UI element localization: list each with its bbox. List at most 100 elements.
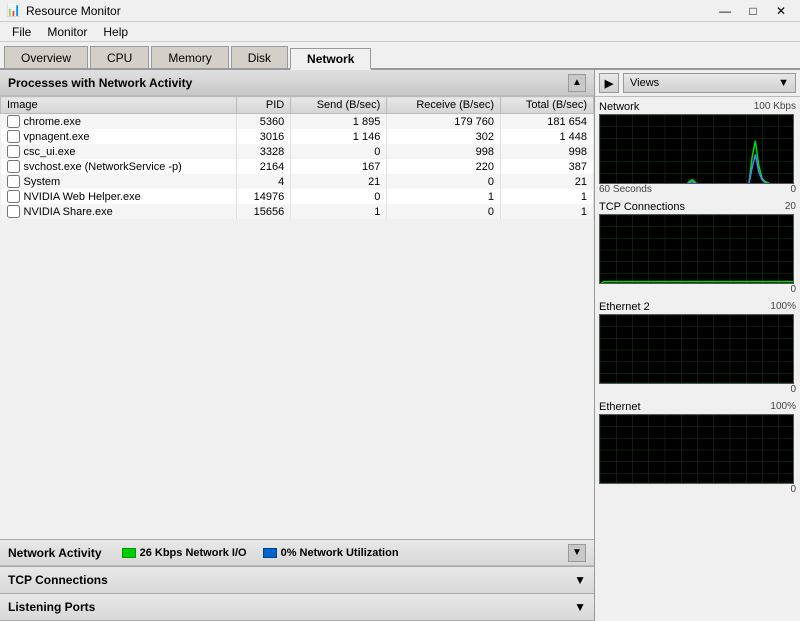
chart-widget-network: Network 100 Kbps 60 Seconds 0 (599, 101, 796, 195)
title-bar: 📊 Resource Monitor — □ ✕ (0, 0, 800, 22)
col-image: Image (1, 97, 237, 114)
process-checkbox[interactable] (7, 205, 20, 218)
window-title: Resource Monitor (26, 4, 712, 18)
process-pid: 3328 (236, 144, 291, 159)
process-name: vpnagent.exe (1, 129, 237, 144)
close-button[interactable]: ✕ (768, 2, 794, 20)
process-checkbox[interactable] (7, 115, 20, 128)
process-receive: 1 (387, 189, 501, 204)
processes-header[interactable]: Processes with Network Activity ▲ (0, 70, 594, 96)
right-panel: ▶ Views ▼ Network 100 Kbps 60 Seconds 0 … (595, 70, 800, 621)
menu-help[interactable]: Help (95, 23, 136, 41)
process-checkbox[interactable] (7, 190, 20, 203)
table-row: NVIDIA Share.exe 15656 1 0 1 (1, 204, 594, 219)
legend-util-label: 0% Network Utilization (281, 547, 399, 559)
tab-cpu[interactable]: CPU (90, 46, 149, 68)
chart-label-tcp: TCP Connections (599, 201, 685, 213)
chart-canvas-network (599, 114, 794, 184)
process-receive: 0 (387, 174, 501, 189)
chart-label-ethernet2: Ethernet 2 (599, 301, 650, 313)
tab-disk[interactable]: Disk (231, 46, 288, 68)
process-name: NVIDIA Share.exe (1, 204, 237, 219)
charts-container: Network 100 Kbps 60 Seconds 0 TCP Connec… (595, 97, 800, 621)
process-receive: 220 (387, 159, 501, 174)
main-layout: Processes with Network Activity ▲ Image … (0, 70, 800, 621)
process-image: NVIDIA Share.exe (24, 206, 113, 218)
legend-io-label: 26 Kbps Network I/O (140, 547, 247, 559)
process-pid: 15656 (236, 204, 291, 219)
chart-max-ethernet: 100% (770, 401, 796, 413)
chart-widget-tcp: TCP Connections 20 0 (599, 201, 796, 295)
process-receive: 302 (387, 129, 501, 144)
process-image: svchost.exe (NetworkService -p) (24, 161, 182, 173)
listening-collapse-btn[interactable]: ▼ (574, 600, 586, 614)
process-checkbox[interactable] (7, 145, 20, 158)
process-total: 1 (500, 204, 593, 219)
process-pid: 4 (236, 174, 291, 189)
chart-min-val-ethernet2: 0 (790, 384, 796, 395)
process-total: 181 654 (500, 114, 593, 130)
chart-footer-ethernet2: 0 (599, 384, 796, 395)
table-row: svchost.exe (NetworkService -p) 2164 167… (1, 159, 594, 174)
legend-io: 26 Kbps Network I/O (122, 547, 247, 559)
minimize-button[interactable]: — (712, 2, 738, 20)
process-pid: 2164 (236, 159, 291, 174)
chart-canvas-ethernet2 (599, 314, 794, 384)
tab-bar: Overview CPU Memory Disk Network (0, 42, 800, 70)
col-receive: Receive (B/sec) (387, 97, 501, 114)
tab-overview[interactable]: Overview (4, 46, 88, 68)
chart-footer-network: 60 Seconds 0 (599, 184, 796, 195)
network-activity-collapse-btn[interactable]: ▼ (568, 544, 586, 562)
process-total: 1 448 (500, 129, 593, 144)
chart-footer-ethernet: 0 (599, 484, 796, 495)
processes-collapse-btn[interactable]: ▲ (568, 74, 586, 92)
table-row: NVIDIA Web Helper.exe 14976 0 1 1 (1, 189, 594, 204)
process-pid: 14976 (236, 189, 291, 204)
app-icon: 📊 (6, 3, 22, 19)
menu-file[interactable]: File (4, 23, 39, 41)
process-send: 167 (291, 159, 387, 174)
process-total: 1 (500, 189, 593, 204)
process-receive: 998 (387, 144, 501, 159)
process-send: 1 (291, 204, 387, 219)
process-checkbox[interactable] (7, 175, 20, 188)
chart-canvas-tcp (599, 214, 794, 284)
processes-table: Image PID Send (B/sec) Receive (B/sec) T… (0, 96, 594, 219)
chart-header-ethernet: Ethernet 100% (599, 401, 796, 413)
views-label: Views (630, 77, 659, 89)
right-expand-btn[interactable]: ▶ (599, 73, 619, 93)
views-button[interactable]: Views ▼ (623, 73, 796, 93)
tcp-collapse-btn[interactable]: ▼ (574, 573, 586, 587)
table-row: csc_ui.exe 3328 0 998 998 (1, 144, 594, 159)
chart-label-network: Network (599, 101, 639, 113)
chart-widget-ethernet: Ethernet 100% 0 (599, 401, 796, 495)
tab-memory[interactable]: Memory (151, 46, 228, 68)
chart-header-network: Network 100 Kbps (599, 101, 796, 113)
process-send: 0 (291, 189, 387, 204)
process-image: chrome.exe (24, 116, 81, 128)
menu-monitor[interactable]: Monitor (39, 23, 95, 41)
network-activity-info: 26 Kbps Network I/O 0% Network Utilizati… (122, 547, 399, 559)
process-send: 21 (291, 174, 387, 189)
table-row: vpnagent.exe 3016 1 146 302 1 448 (1, 129, 594, 144)
tcp-header[interactable]: TCP Connections ▼ (0, 567, 594, 593)
views-arrow-icon: ▼ (778, 77, 789, 89)
table-row: System 4 21 0 21 (1, 174, 594, 189)
chart-widget-ethernet2: Ethernet 2 100% 0 (599, 301, 796, 395)
network-activity-header[interactable]: Network Activity 26 Kbps Network I/O 0% … (0, 540, 594, 566)
tab-network[interactable]: Network (290, 48, 371, 70)
chart-canvas-ethernet (599, 414, 794, 484)
listening-header[interactable]: Listening Ports ▼ (0, 594, 594, 620)
processes-title: Processes with Network Activity (8, 76, 192, 90)
maximize-button[interactable]: □ (740, 2, 766, 20)
left-panel: Processes with Network Activity ▲ Image … (0, 70, 595, 621)
process-total: 387 (500, 159, 593, 174)
chart-min-val-tcp: 0 (790, 284, 796, 295)
tcp-title: TCP Connections (8, 573, 108, 587)
process-checkbox[interactable] (7, 130, 20, 143)
process-receive: 0 (387, 204, 501, 219)
listening-title: Listening Ports (8, 600, 95, 614)
process-name: csc_ui.exe (1, 144, 237, 159)
process-checkbox[interactable] (7, 160, 20, 173)
process-send: 0 (291, 144, 387, 159)
